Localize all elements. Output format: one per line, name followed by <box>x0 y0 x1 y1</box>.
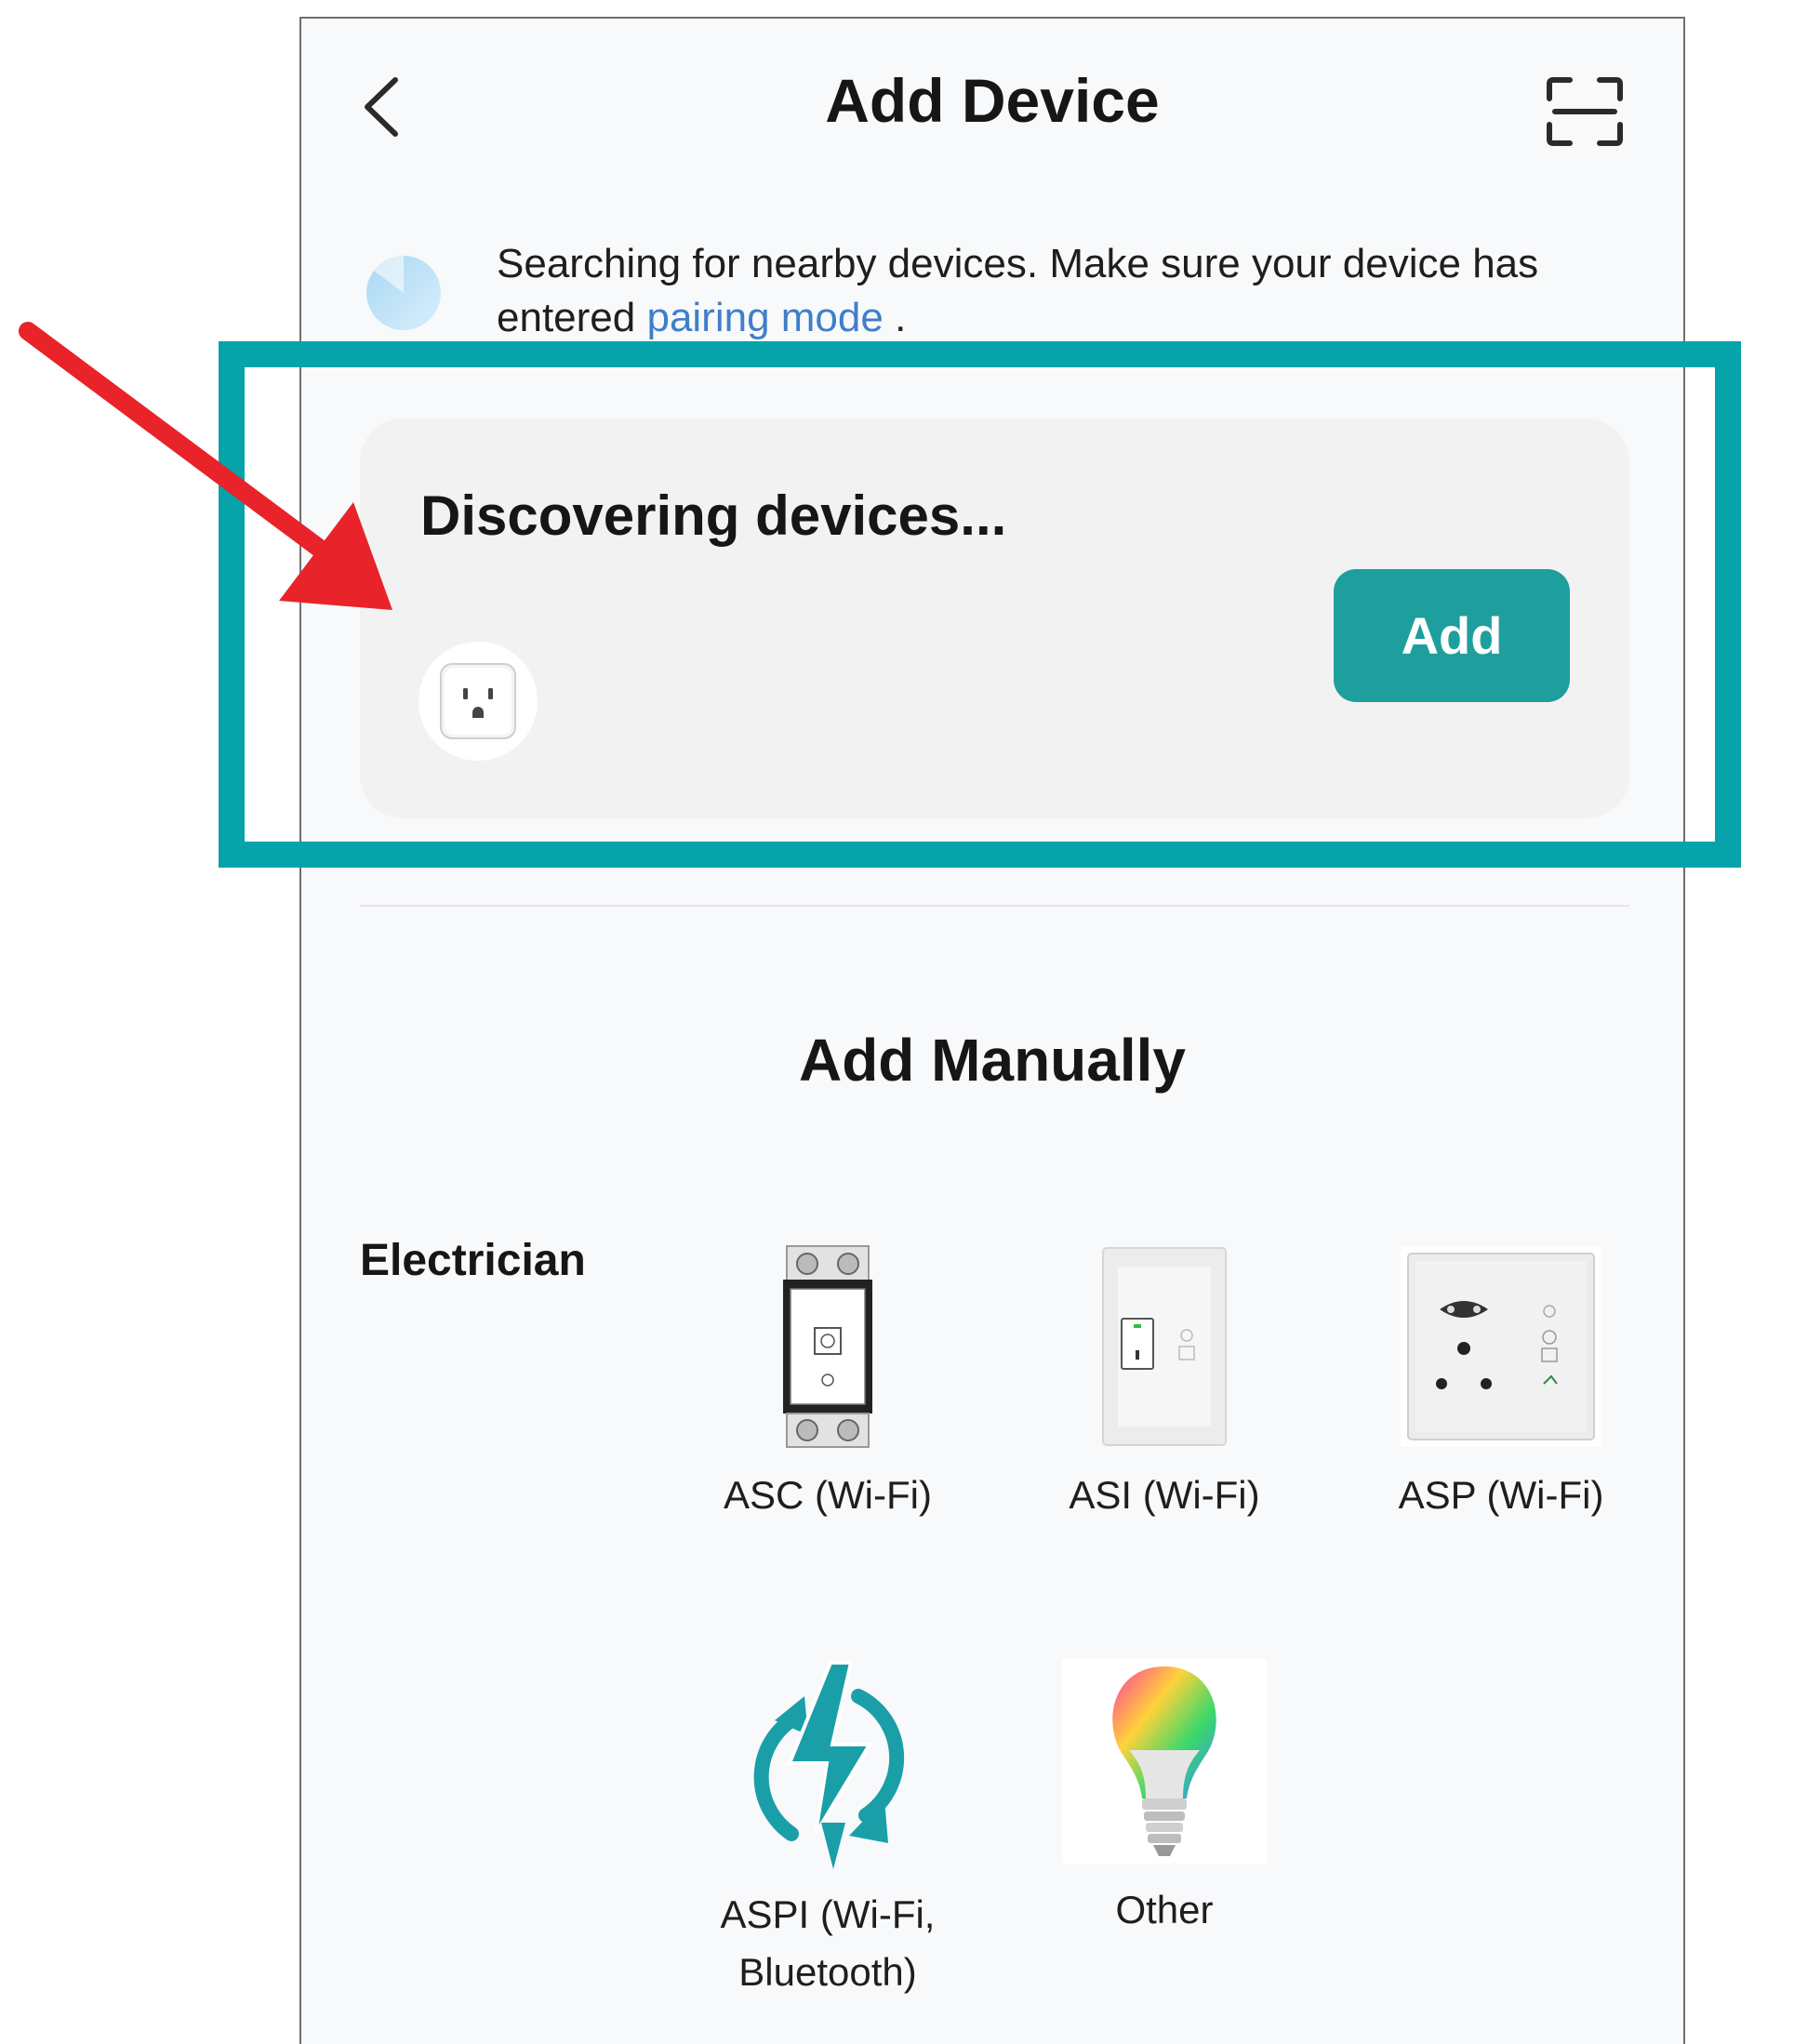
section-divider <box>360 905 1629 907</box>
scan-button[interactable] <box>1538 65 1631 158</box>
device-name: ASI (Wi-Fi) <box>1069 1473 1260 1517</box>
category-label-electrician: Electrician <box>360 1236 586 1285</box>
device-name: ASP (Wi-Fi) <box>1398 1473 1604 1517</box>
discovered-devices-card: Discovering devices... Add <box>360 418 1629 818</box>
rgb-bulb-icon <box>1062 1659 1267 1864</box>
screenshot-stage: Add Device Searching for nearby devices.… <box>0 0 1794 2044</box>
smart-plug-icon <box>440 663 516 739</box>
add-discovered-device-button[interactable]: Add <box>1334 569 1570 702</box>
device-tile-asi[interactable]: ASI (Wi-Fi) <box>1043 1244 1285 1524</box>
discovering-title: Discovering devices... <box>420 484 1007 547</box>
add-manually-title: Add Manually <box>798 1027 1187 1094</box>
device-tile-aspi[interactable]: ASPI (Wi-Fi, Bluetooth) <box>707 1659 949 2001</box>
circuit-breaker-icon <box>783 1245 872 1448</box>
searching-message: Searching for nearby devices. Make sure … <box>497 237 1613 345</box>
page-title: Add Device <box>825 66 1160 135</box>
scan-icon <box>1547 77 1623 146</box>
searching-spinner-icon <box>365 254 443 332</box>
device-name: Other <box>1115 1888 1214 1931</box>
searching-message-end: . <box>883 295 907 340</box>
device-tile-asc[interactable]: ASC (Wi-Fi) <box>707 1244 949 1524</box>
wall-switch-icon <box>1102 1247 1227 1446</box>
device-name: ASC (Wi-Fi) <box>724 1473 932 1517</box>
device-name: ASPI (Wi-Fi, Bluetooth) <box>720 1892 936 1994</box>
power-sync-icon <box>753 1661 905 1869</box>
wall-socket-icon <box>1401 1246 1601 1447</box>
add-device-screen: Add Device Searching for nearby devices.… <box>299 17 1685 2044</box>
pairing-mode-link[interactable]: pairing mode <box>646 295 883 340</box>
device-tile-other[interactable]: Other <box>1043 1659 1285 1939</box>
discovered-device[interactable] <box>419 642 538 761</box>
device-tile-asp[interactable]: ASP (Wi-Fi) <box>1380 1244 1622 1524</box>
